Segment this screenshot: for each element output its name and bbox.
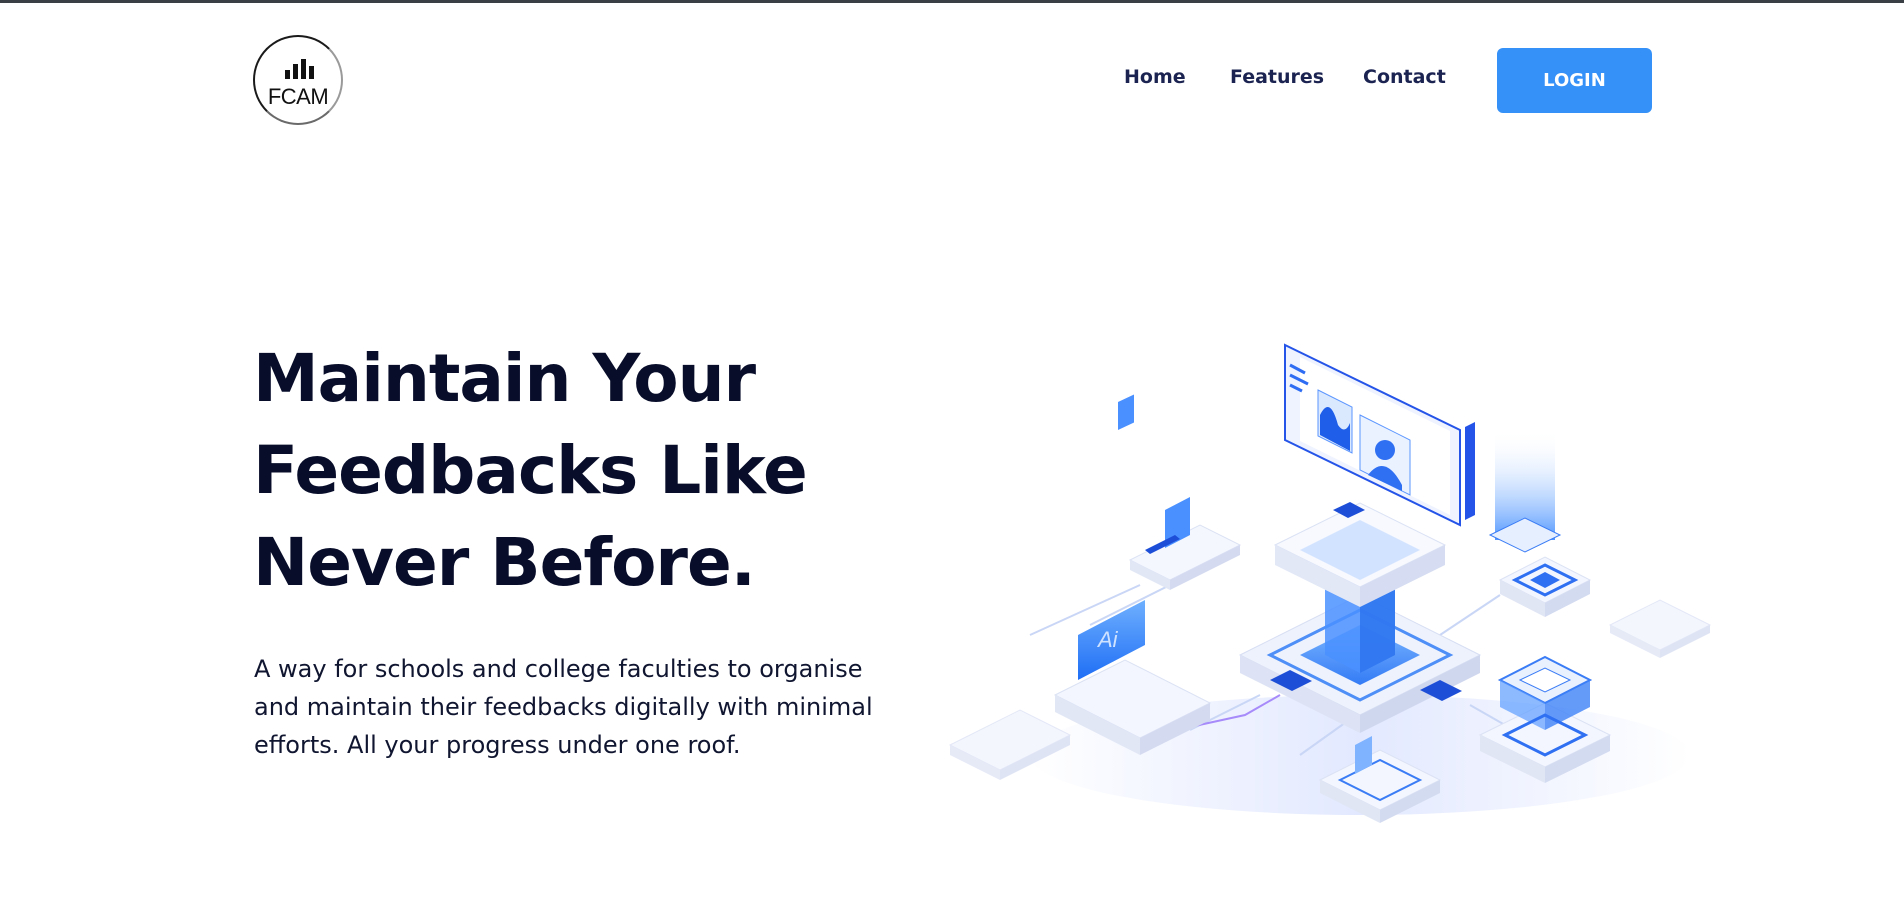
logo-text: FCAM — [267, 84, 329, 109]
hero-headline: Maintain Your Feedbacks Like Never Befor… — [253, 333, 973, 609]
headline-line-3: Never Before. — [253, 524, 756, 601]
headline-line-1: Maintain Your — [253, 340, 756, 417]
nav-contact-link[interactable]: Contact — [1363, 66, 1446, 88]
bar-chart-icon — [285, 59, 315, 79]
dashboard-monitor — [1284, 343, 1475, 527]
isometric-platform-illustration: Ai — [940, 335, 1720, 835]
login-button[interactable]: LOGIN — [1497, 48, 1652, 113]
ai-badge-text: Ai — [1096, 627, 1119, 652]
headline-line-2: Feedbacks Like — [253, 432, 808, 509]
document-card — [1118, 394, 1242, 590]
floor-tile-right — [1608, 599, 1712, 658]
nav-features-link[interactable]: Features — [1230, 66, 1324, 88]
hero-subtext: A way for schools and college faculties … — [254, 655, 873, 759]
browser-top-border — [0, 0, 1904, 3]
beam-tower — [1488, 430, 1592, 617]
nav-home-link[interactable]: Home — [1124, 66, 1186, 88]
fcam-logo[interactable]: FCAM — [253, 35, 343, 125]
